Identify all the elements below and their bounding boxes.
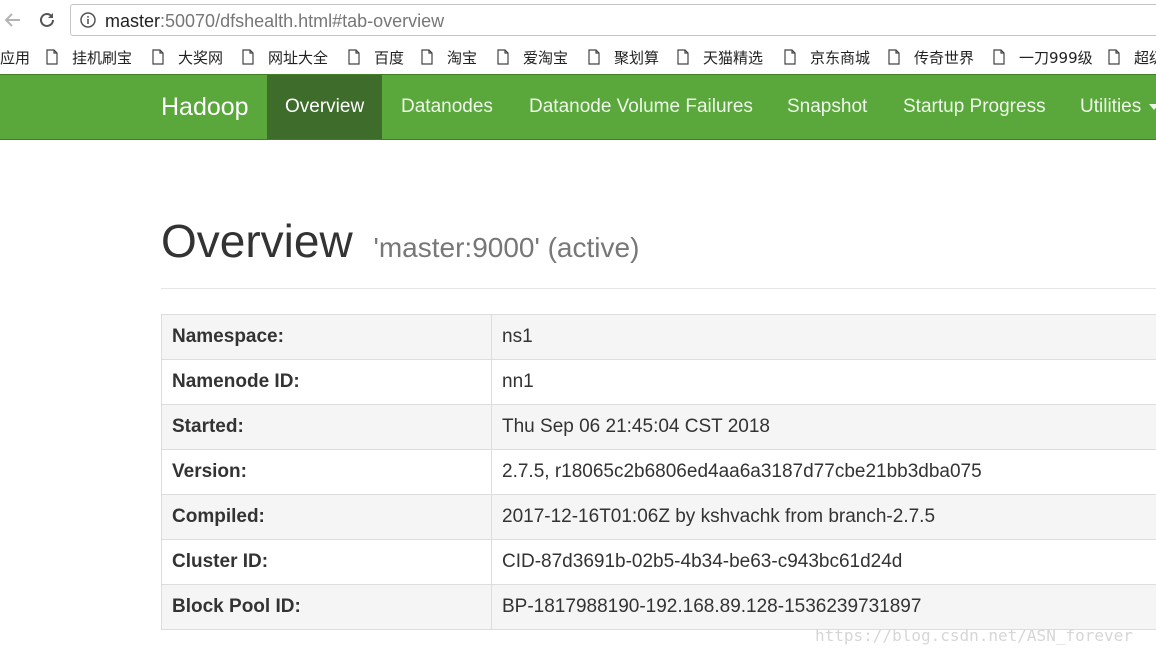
bookmark-item[interactable]: 大奖网 xyxy=(152,47,223,67)
bookmark-item[interactable]: 淘宝 xyxy=(421,47,477,67)
row-key: Namenode ID: xyxy=(161,359,492,405)
row-value: 2.7.5, r18065c2b6806ed4aa6a3187d77cbe21b… xyxy=(491,449,1156,495)
bookmark-item[interactable]: 天猫精选 xyxy=(677,47,763,67)
bookmark-label: 应用 xyxy=(0,48,31,67)
back-arrow-icon[interactable] xyxy=(2,9,24,31)
reload-icon[interactable] xyxy=(36,9,58,31)
page-icon xyxy=(348,49,360,65)
bookmark-label: 传奇世界 xyxy=(914,48,975,67)
brand-logo[interactable]: Hadoop xyxy=(161,93,249,122)
row-key: Block Pool ID: xyxy=(161,584,492,630)
bookmark-item[interactable]: 爱淘宝 xyxy=(497,47,568,67)
row-value: 2017-12-16T01:06Z by kshvachk from branc… xyxy=(491,494,1156,540)
page-subtitle: 'master:9000' (active) xyxy=(373,232,640,263)
row-value: Thu Sep 06 21:45:04 CST 2018 xyxy=(491,404,1156,450)
row-value: ns1 xyxy=(491,314,1156,360)
row-key: Namespace: xyxy=(161,314,492,360)
page-icon xyxy=(152,49,164,65)
table-row: Compiled: 2017-12-16T01:06Z by kshvachk f… xyxy=(161,494,1156,540)
table-row: Version: 2.7.5, r18065c2b6806ed4aa6a3187d… xyxy=(161,449,1156,495)
bookmark-item[interactable]: 超级 xyxy=(1108,47,1156,67)
page-icon xyxy=(784,49,796,65)
page-icon xyxy=(888,49,900,65)
table-row: Cluster ID: CID-87d3691b-02b5-4b34-be63-c… xyxy=(161,539,1156,585)
bookmark-label: 一刀999级 xyxy=(1019,48,1093,67)
row-key: Version: xyxy=(161,449,492,495)
nav-snapshot[interactable]: Snapshot xyxy=(787,75,867,139)
row-value: BP-1817988190-192.168.89.128-15362397318… xyxy=(491,584,1156,630)
row-key: Compiled: xyxy=(161,494,492,540)
nav-utilities-label: Utilities xyxy=(1080,96,1142,117)
page-icon xyxy=(421,49,433,65)
nav-datanode-volume-failures[interactable]: Datanode Volume Failures xyxy=(529,75,753,139)
page-icon xyxy=(1108,49,1120,65)
bookmark-item[interactable]: 挂机刷宝 xyxy=(46,47,132,67)
row-key: Started: xyxy=(161,404,492,450)
table-row: Namespace: ns1 xyxy=(161,314,1156,360)
overview-table: Namespace: ns1 Namenode ID: nn1 Started: Thu … xyxy=(161,314,1156,630)
hadoop-navbar: Hadoop Overview Datanodes Datanode Volum… xyxy=(0,74,1156,140)
row-value: nn1 xyxy=(491,359,1156,405)
bookmark-label: 爱淘宝 xyxy=(523,48,569,67)
row-value: CID-87d3691b-02b5-4b34-be63-c943bc61d24d xyxy=(491,539,1156,585)
bookmark-label: 聚划算 xyxy=(614,48,660,67)
nav-startup-progress[interactable]: Startup Progress xyxy=(903,75,1046,139)
bookmark-label: 挂机刷宝 xyxy=(72,48,133,67)
page-icon xyxy=(588,49,600,65)
nav-overview[interactable]: Overview xyxy=(267,75,383,139)
bookmark-label: 百度 xyxy=(374,48,405,67)
bookmark-item[interactable]: 传奇世界 xyxy=(888,47,974,67)
bookmark-item[interactable]: 聚划算 xyxy=(588,47,659,67)
nav-datanodes[interactable]: Datanodes xyxy=(401,75,493,139)
address-bar[interactable]: master:50070/dfshealth.html#tab-overview xyxy=(70,4,1156,36)
page-icon xyxy=(677,49,689,65)
row-key: Cluster ID: xyxy=(161,539,492,585)
page-icon xyxy=(46,49,58,65)
bookmark-item[interactable]: 网址大全 xyxy=(242,47,328,67)
page-icon xyxy=(993,49,1005,65)
bookmark-label: 网址大全 xyxy=(268,48,329,67)
page-header: Overview 'master:9000' (active) xyxy=(161,206,1156,289)
nav-utilities-dropdown[interactable]: Utilities xyxy=(1080,75,1156,139)
bookmark-label: 天猫精选 xyxy=(703,48,764,67)
caret-down-icon xyxy=(1149,103,1156,110)
bookmark-item[interactable]: 一刀999级 xyxy=(993,47,1093,67)
bookmark-item[interactable]: 京东商城 xyxy=(784,47,870,67)
table-row: Started: Thu Sep 06 21:45:04 CST 2018 xyxy=(161,404,1156,450)
table-row: Namenode ID: nn1 xyxy=(161,359,1156,405)
info-icon[interactable] xyxy=(80,12,96,28)
bookmark-item[interactable]: 百度 xyxy=(348,47,404,67)
page-icon xyxy=(242,49,254,65)
bookmark-label: 大奖网 xyxy=(178,48,224,67)
table-row: Block Pool ID: BP-1817988190-192.168.89.1… xyxy=(161,584,1156,630)
bookmark-label: 淘宝 xyxy=(447,48,478,67)
bookmark-label: 京东商城 xyxy=(810,48,871,67)
watermark: https://blog.csdn.net/ASN_forever xyxy=(815,626,1133,645)
url-text: master:50070/dfshealth.html#tab-overview xyxy=(105,11,445,31)
page-icon xyxy=(497,49,509,65)
page-title: Overview 'master:9000' (active) xyxy=(161,215,640,267)
bookmark-label: 超级 xyxy=(1134,48,1156,67)
bookmark-item[interactable]: 应用 xyxy=(0,47,30,67)
bookmarks-bar: 应用 挂机刷宝 大奖网 网址大全 百度 淘宝 爱淘宝 聚划算 天猫精选 京东商城 传奇世界 一刀999… xyxy=(0,40,1156,74)
browser-toolbar: master:50070/dfshealth.html#tab-overview xyxy=(0,0,1156,40)
